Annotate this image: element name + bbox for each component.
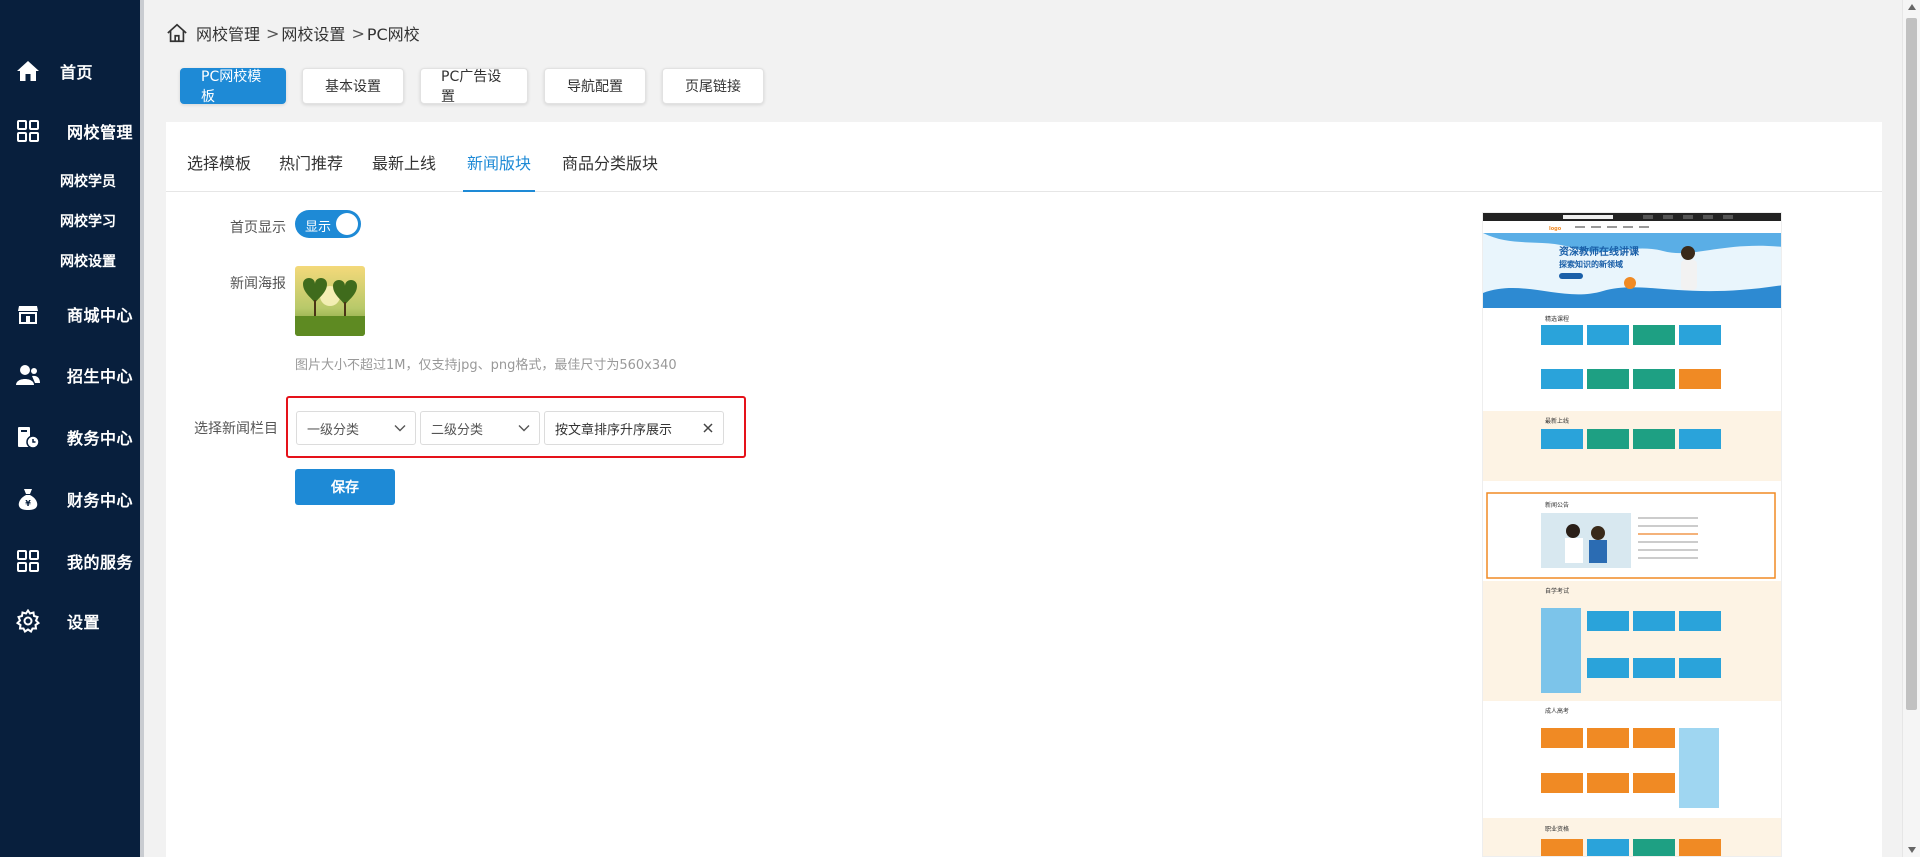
pc-template-button[interactable]: PC网校模板 <box>180 68 286 105</box>
sidebar-item-label: 首页 <box>60 63 94 82</box>
home-icon[interactable] <box>166 22 188 44</box>
clear-icon[interactable] <box>701 421 715 435</box>
basic-settings-button[interactable]: 基本设置 <box>302 68 404 104</box>
sidebar-item-mall[interactable]: 商城中心 <box>0 294 140 334</box>
preview-logo: logo <box>1549 226 1562 232</box>
preview-section-title: 精选课程 <box>1545 315 1569 323</box>
tab-news-section[interactable]: 新闻版块 <box>463 150 535 192</box>
preview-section-title: 成人高考 <box>1545 707 1569 715</box>
sidebar-subitem-learning[interactable]: 网校学习 <box>60 211 116 231</box>
grid-icon <box>16 549 40 573</box>
breadcrumb-item[interactable]: 网校设置 <box>281 21 345 45</box>
tab-select-template[interactable]: 选择模板 <box>187 150 251 192</box>
pc-ad-settings-button[interactable]: PC广告设置 <box>420 68 528 105</box>
sidebar-item-enrollment[interactable]: 招生中心 <box>0 355 140 395</box>
save-button[interactable]: 保存 <box>295 469 395 505</box>
sidebar-item-label: 招生中心 <box>67 367 134 386</box>
settings-panel: 选择模板 热门推荐 最新上线 新闻版块 商品分类版块 首页显示 显示 新闻海报 <box>166 122 1882 857</box>
poster-hint: 图片大小不超过1M，仅支持jpg、png格式，最佳尺寸为560x340 <box>295 358 677 373</box>
gear-icon <box>16 609 40 633</box>
tab-category-section[interactable]: 商品分类版块 <box>562 150 658 192</box>
academic-icon <box>16 425 40 449</box>
sidebar-item-label: 设置 <box>67 613 101 632</box>
select-value: 按文章排序升序展示 <box>555 422 673 438</box>
page-scrollbar[interactable] <box>1902 0 1920 857</box>
sidebar-item-school-management[interactable]: 网校管理 <box>0 111 140 151</box>
tab-bar: 选择模板 热门推荐 最新上线 新闻版块 商品分类版块 <box>166 122 1882 192</box>
sidebar-item-label: 我的服务 <box>67 553 134 572</box>
scroll-up-icon[interactable] <box>1908 4 1916 10</box>
preview-section-title: 自学考试 <box>1545 587 1569 595</box>
top-button-bar: PC网校模板 基本设置 PC广告设置 导航配置 页尾链接 <box>180 68 780 105</box>
chevron-down-icon <box>518 425 530 432</box>
template-preview-image: logo 资深教师在线讲课 探索知识的新领域 精选课程 最新上线 新闻公告 自学… <box>1483 213 1781 856</box>
money-bag-icon: ¥ <box>16 487 40 511</box>
breadcrumb: 网校管理 > 网校设置 > PC网校 <box>166 20 420 46</box>
level2-category-select[interactable]: 二级分类 <box>420 411 540 445</box>
sidebar-item-my-services[interactable]: 我的服务 <box>0 541 140 581</box>
sidebar-item-academic[interactable]: 教务中心 <box>0 417 140 457</box>
homepage-display-toggle[interactable]: 显示 <box>295 210 361 238</box>
breadcrumb-item: PC网校 <box>366 25 420 44</box>
select-placeholder: 二级分类 <box>431 422 484 438</box>
chevron-down-icon <box>394 425 406 432</box>
template-preview: logo 资深教师在线讲课 探索知识的新领域 精选课程 最新上线 新闻公告 自学… <box>1482 212 1782 857</box>
sidebar-item-settings[interactable]: 设置 <box>0 601 140 641</box>
tab-latest[interactable]: 最新上线 <box>372 150 436 192</box>
preview-banner-title: 资深教师在线讲课 <box>1559 245 1640 258</box>
preview-section-title: 最新上线 <box>1545 417 1569 425</box>
sidebar-item-home[interactable]: 首页 <box>0 51 140 91</box>
scrollbar-thumb[interactable] <box>1906 18 1917 710</box>
level1-category-select[interactable]: 一级分类 <box>296 411 416 445</box>
nav-config-button[interactable]: 导航配置 <box>544 68 646 104</box>
sidebar-item-label: 商城中心 <box>67 306 134 325</box>
sort-order-select[interactable]: 按文章排序升序展示 <box>544 411 724 445</box>
toggle-text: 显示 <box>305 220 332 235</box>
sidebar-subitem-settings[interactable]: 网校设置 <box>60 251 116 271</box>
svg-text:¥: ¥ <box>25 499 31 508</box>
sidebar-item-label: 网校管理 <box>67 123 134 142</box>
sidebar: 首页 网校管理 网校学员 网校学习 网校设置 商城中心 招生中心 教务中心 ¥ … <box>0 0 144 857</box>
sidebar-item-label: 财务中心 <box>67 491 134 510</box>
sidebar-subitem-students[interactable]: 网校学员 <box>60 171 116 191</box>
main-content: 网校管理 > 网校设置 > PC网校 PC网校模板 基本设置 PC广告设置 导航… <box>144 0 1900 857</box>
scroll-down-icon[interactable] <box>1908 847 1916 853</box>
select-placeholder: 一级分类 <box>307 422 360 438</box>
tab-hot-recommend[interactable]: 热门推荐 <box>279 150 343 192</box>
sidebar-item-finance[interactable]: ¥ 财务中心 <box>0 479 140 519</box>
homepage-display-label: 首页显示 <box>230 220 286 236</box>
breadcrumb-separator: > <box>351 23 365 43</box>
breadcrumb-separator: > <box>266 23 280 43</box>
toggle-knob <box>336 213 358 235</box>
news-column-label: 选择新闻栏目 <box>194 421 278 437</box>
breadcrumb-item[interactable]: 网校管理 <box>196 21 260 45</box>
footer-links-button[interactable]: 页尾链接 <box>662 68 764 104</box>
sidebar-item-label: 教务中心 <box>67 429 134 448</box>
preview-banner-subtitle: 探索知识的新领域 <box>1559 259 1623 269</box>
store-icon <box>16 302 40 326</box>
users-icon <box>16 363 40 387</box>
news-poster-image[interactable] <box>295 266 365 336</box>
preview-section-title: 新闻公告 <box>1545 501 1569 509</box>
preview-section-title: 职业资格 <box>1545 825 1569 833</box>
home-icon <box>16 59 40 83</box>
grid-icon <box>16 119 40 143</box>
news-poster-label: 新闻海报 <box>230 276 286 292</box>
